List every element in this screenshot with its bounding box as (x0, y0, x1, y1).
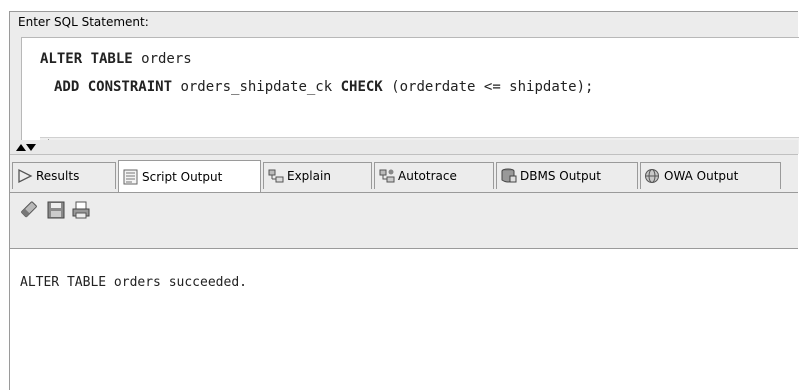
explain-plan-icon (268, 169, 284, 183)
sql-text: (orderdate <= shipdate); (382, 79, 594, 95)
sql-line-2: ADD CONSTRAINT orders_shipdate_ck CHECK … (54, 79, 593, 95)
tab-label: Autotrace (398, 169, 457, 183)
tab-label: Script Output (142, 169, 223, 184)
tab-label: DBMS Output (520, 169, 601, 183)
output-toolbar (10, 193, 798, 227)
script-output-text: ALTER TABLE orders succeeded. (20, 275, 247, 290)
sql-text: orders_shipdate_ck (172, 79, 341, 95)
tab-label: Results (36, 169, 80, 183)
tab-autotrace[interactable]: Autotrace (374, 162, 494, 189)
output-tabs: Results Script Output Explain Autotrace … (10, 155, 798, 193)
sql-worksheet: Enter SQL Statement: ALTER TABLE orders … (9, 11, 799, 391)
sql-keyword: ADD CONSTRAINT (54, 79, 173, 95)
dbms-output-icon (501, 168, 517, 183)
tab-label: Explain (287, 169, 331, 183)
eraser-icon[interactable] (18, 200, 40, 220)
owa-globe-icon (645, 169, 659, 183)
tab-dbms-output[interactable]: DBMS Output (496, 162, 638, 189)
panel-splitter[interactable] (10, 140, 798, 155)
tab-results[interactable]: Results (12, 162, 116, 189)
sql-text: orders (132, 51, 192, 67)
sql-keyword: ALTER TABLE (40, 51, 133, 67)
tab-explain[interactable]: Explain (263, 162, 372, 189)
sql-statement-label: Enter SQL Statement: (18, 15, 149, 29)
script-output-icon (123, 169, 138, 184)
collapse-up-icon[interactable] (16, 144, 26, 151)
sql-editor[interactable]: ALTER TABLE orders ADD CONSTRAINT orders… (21, 37, 799, 154)
sql-line-1: ALTER TABLE orders (40, 51, 192, 67)
expand-down-icon[interactable] (26, 144, 36, 151)
autotrace-icon (379, 169, 395, 183)
tab-owa-output[interactable]: OWA Output (640, 162, 781, 189)
sql-keyword: CHECK (340, 79, 383, 95)
save-disk-icon[interactable] (45, 200, 67, 220)
tab-label: OWA Output (664, 169, 739, 183)
play-triangle-icon (18, 168, 33, 184)
tab-script-output[interactable]: Script Output (118, 160, 261, 192)
printer-icon[interactable] (70, 200, 92, 220)
script-output-pane[interactable]: ALTER TABLE orders succeeded. (10, 248, 798, 391)
